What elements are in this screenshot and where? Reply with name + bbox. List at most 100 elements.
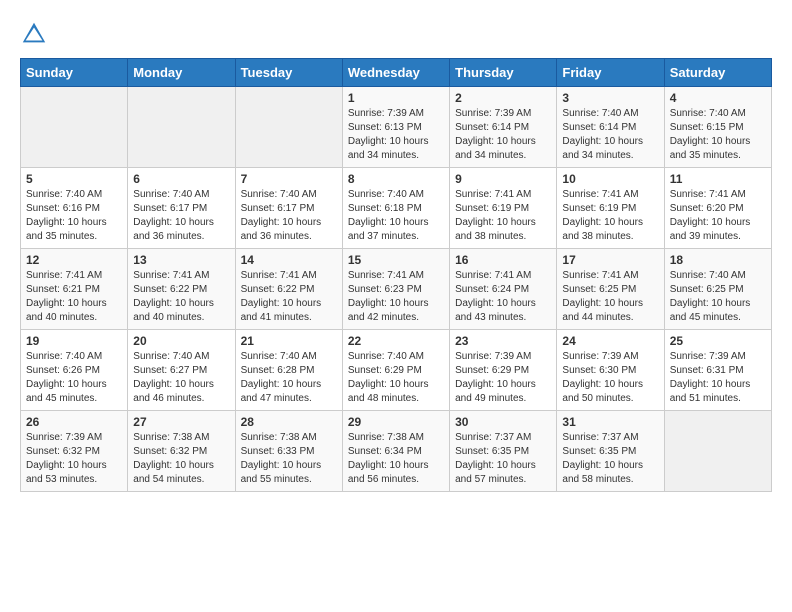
- calendar-cell: 27 Sunrise: 7:38 AM Sunset: 6:32 PM Dayli…: [128, 411, 235, 492]
- day-number: 15: [348, 253, 444, 267]
- day-info: Sunrise: 7:40 AM Sunset: 6:18 PM Dayligh…: [348, 188, 444, 244]
- day-number: 29: [348, 415, 444, 429]
- weekday-header-wednesday: Wednesday: [342, 59, 449, 87]
- day-info: Sunrise: 7:37 AM Sunset: 6:35 PM Dayligh…: [562, 431, 658, 487]
- day-info: Sunrise: 7:37 AM Sunset: 6:35 PM Dayligh…: [455, 431, 551, 487]
- calendar-cell: 24 Sunrise: 7:39 AM Sunset: 6:30 PM Dayli…: [557, 330, 664, 411]
- day-info: Sunrise: 7:40 AM Sunset: 6:17 PM Dayligh…: [241, 188, 337, 244]
- calendar-week-3: 12 Sunrise: 7:41 AM Sunset: 6:21 PM Dayli…: [21, 249, 772, 330]
- day-info: Sunrise: 7:41 AM Sunset: 6:20 PM Dayligh…: [670, 188, 766, 244]
- day-info: Sunrise: 7:38 AM Sunset: 6:33 PM Dayligh…: [241, 431, 337, 487]
- calendar-cell: 10Sunrise: 7:41 AM Sunset: 6:19 PM Dayli…: [557, 168, 664, 249]
- day-info: Sunrise: 7:39 AM Sunset: 6:32 PM Dayligh…: [26, 431, 122, 487]
- calendar-week-5: 26 Sunrise: 7:39 AM Sunset: 6:32 PM Dayli…: [21, 411, 772, 492]
- calendar-cell: 20Sunrise: 7:40 AM Sunset: 6:27 PM Dayli…: [128, 330, 235, 411]
- day-number: 16: [455, 253, 551, 267]
- day-number: 14: [241, 253, 337, 267]
- day-number: 21: [241, 334, 337, 348]
- day-info: Sunrise: 7:39 AM Sunset: 6:30 PM Dayligh…: [562, 350, 658, 406]
- calendar-cell: 11 Sunrise: 7:41 AM Sunset: 6:20 PM Dayli…: [664, 168, 771, 249]
- calendar-cell: 18 Sunrise: 7:40 AM Sunset: 6:25 PM Dayli…: [664, 249, 771, 330]
- day-info: Sunrise: 7:40 AM Sunset: 6:27 PM Dayligh…: [133, 350, 229, 406]
- day-info: Sunrise: 7:41 AM Sunset: 6:24 PM Dayligh…: [455, 269, 551, 325]
- day-info: Sunrise: 7:38 AM Sunset: 6:34 PM Dayligh…: [348, 431, 444, 487]
- calendar-cell: 28 Sunrise: 7:38 AM Sunset: 6:33 PM Dayli…: [235, 411, 342, 492]
- day-number: 31: [562, 415, 658, 429]
- day-info: Sunrise: 7:40 AM Sunset: 6:16 PM Dayligh…: [26, 188, 122, 244]
- calendar-cell: 22 Sunrise: 7:40 AM Sunset: 6:29 PM Dayli…: [342, 330, 449, 411]
- calendar-cell: 19 Sunrise: 7:40 AM Sunset: 6:26 PM Dayli…: [21, 330, 128, 411]
- day-info: Sunrise: 7:39 AM Sunset: 6:31 PM Dayligh…: [670, 350, 766, 406]
- weekday-header-row: SundayMondayTuesdayWednesdayThursdayFrid…: [21, 59, 772, 87]
- calendar-week-2: 5 Sunrise: 7:40 AM Sunset: 6:16 PM Daylig…: [21, 168, 772, 249]
- calendar-cell: 21 Sunrise: 7:40 AM Sunset: 6:28 PM Dayli…: [235, 330, 342, 411]
- calendar-cell: 23 Sunrise: 7:39 AM Sunset: 6:29 PM Dayli…: [450, 330, 557, 411]
- day-number: 27: [133, 415, 229, 429]
- calendar-cell: 12 Sunrise: 7:41 AM Sunset: 6:21 PM Dayli…: [21, 249, 128, 330]
- day-number: 24: [562, 334, 658, 348]
- page-header: [20, 20, 772, 48]
- day-number: 1: [348, 91, 444, 105]
- weekday-header-thursday: Thursday: [450, 59, 557, 87]
- calendar-cell: 7 Sunrise: 7:40 AM Sunset: 6:17 PM Daylig…: [235, 168, 342, 249]
- calendar-cell: 2Sunrise: 7:39 AM Sunset: 6:14 PM Daylig…: [450, 87, 557, 168]
- day-number: 18: [670, 253, 766, 267]
- day-info: Sunrise: 7:39 AM Sunset: 6:29 PM Dayligh…: [455, 350, 551, 406]
- calendar-cell: 3Sunrise: 7:40 AM Sunset: 6:14 PM Daylig…: [557, 87, 664, 168]
- calendar-week-1: 1 Sunrise: 7:39 AM Sunset: 6:13 PM Daylig…: [21, 87, 772, 168]
- day-info: Sunrise: 7:41 AM Sunset: 6:22 PM Dayligh…: [133, 269, 229, 325]
- calendar-cell: 4 Sunrise: 7:40 AM Sunset: 6:15 PM Daylig…: [664, 87, 771, 168]
- calendar-cell: 6Sunrise: 7:40 AM Sunset: 6:17 PM Daylig…: [128, 168, 235, 249]
- day-info: Sunrise: 7:40 AM Sunset: 6:25 PM Dayligh…: [670, 269, 766, 325]
- weekday-header-friday: Friday: [557, 59, 664, 87]
- calendar-cell: 31 Sunrise: 7:37 AM Sunset: 6:35 PM Dayli…: [557, 411, 664, 492]
- logo-icon: [20, 20, 48, 48]
- day-info: Sunrise: 7:40 AM Sunset: 6:26 PM Dayligh…: [26, 350, 122, 406]
- calendar-cell: 26 Sunrise: 7:39 AM Sunset: 6:32 PM Dayli…: [21, 411, 128, 492]
- day-number: 23: [455, 334, 551, 348]
- day-info: Sunrise: 7:38 AM Sunset: 6:32 PM Dayligh…: [133, 431, 229, 487]
- calendar-cell: 5 Sunrise: 7:40 AM Sunset: 6:16 PM Daylig…: [21, 168, 128, 249]
- day-number: 22: [348, 334, 444, 348]
- day-info: Sunrise: 7:41 AM Sunset: 6:23 PM Dayligh…: [348, 269, 444, 325]
- logo: [20, 20, 52, 48]
- calendar-cell: 8 Sunrise: 7:40 AM Sunset: 6:18 PM Daylig…: [342, 168, 449, 249]
- day-info: Sunrise: 7:41 AM Sunset: 6:22 PM Dayligh…: [241, 269, 337, 325]
- calendar-week-4: 19 Sunrise: 7:40 AM Sunset: 6:26 PM Dayli…: [21, 330, 772, 411]
- day-info: Sunrise: 7:41 AM Sunset: 6:19 PM Dayligh…: [562, 188, 658, 244]
- day-number: 28: [241, 415, 337, 429]
- day-number: 4: [670, 91, 766, 105]
- day-info: Sunrise: 7:40 AM Sunset: 6:14 PM Dayligh…: [562, 107, 658, 163]
- calendar-cell: 16 Sunrise: 7:41 AM Sunset: 6:24 PM Dayli…: [450, 249, 557, 330]
- day-info: Sunrise: 7:40 AM Sunset: 6:15 PM Dayligh…: [670, 107, 766, 163]
- calendar-cell: 29 Sunrise: 7:38 AM Sunset: 6:34 PM Dayli…: [342, 411, 449, 492]
- weekday-header-saturday: Saturday: [664, 59, 771, 87]
- calendar-cell: 15 Sunrise: 7:41 AM Sunset: 6:23 PM Dayli…: [342, 249, 449, 330]
- calendar-cell: 1 Sunrise: 7:39 AM Sunset: 6:13 PM Daylig…: [342, 87, 449, 168]
- day-info: Sunrise: 7:39 AM Sunset: 6:14 PM Dayligh…: [455, 107, 551, 163]
- calendar-cell: [21, 87, 128, 168]
- day-number: 9: [455, 172, 551, 186]
- day-number: 17: [562, 253, 658, 267]
- day-info: Sunrise: 7:41 AM Sunset: 6:21 PM Dayligh…: [26, 269, 122, 325]
- day-info: Sunrise: 7:39 AM Sunset: 6:13 PM Dayligh…: [348, 107, 444, 163]
- day-number: 8: [348, 172, 444, 186]
- weekday-header-tuesday: Tuesday: [235, 59, 342, 87]
- calendar-cell: [664, 411, 771, 492]
- day-info: Sunrise: 7:40 AM Sunset: 6:28 PM Dayligh…: [241, 350, 337, 406]
- day-number: 11: [670, 172, 766, 186]
- day-number: 7: [241, 172, 337, 186]
- day-number: 12: [26, 253, 122, 267]
- day-number: 25: [670, 334, 766, 348]
- calendar-cell: 13 Sunrise: 7:41 AM Sunset: 6:22 PM Dayli…: [128, 249, 235, 330]
- calendar-cell: 30Sunrise: 7:37 AM Sunset: 6:35 PM Dayli…: [450, 411, 557, 492]
- day-number: 5: [26, 172, 122, 186]
- calendar-cell: 25 Sunrise: 7:39 AM Sunset: 6:31 PM Dayli…: [664, 330, 771, 411]
- day-number: 26: [26, 415, 122, 429]
- calendar-cell: 9Sunrise: 7:41 AM Sunset: 6:19 PM Daylig…: [450, 168, 557, 249]
- calendar-table: SundayMondayTuesdayWednesdayThursdayFrid…: [20, 58, 772, 492]
- day-info: Sunrise: 7:40 AM Sunset: 6:29 PM Dayligh…: [348, 350, 444, 406]
- calendar-cell: [235, 87, 342, 168]
- day-number: 19: [26, 334, 122, 348]
- day-number: 13: [133, 253, 229, 267]
